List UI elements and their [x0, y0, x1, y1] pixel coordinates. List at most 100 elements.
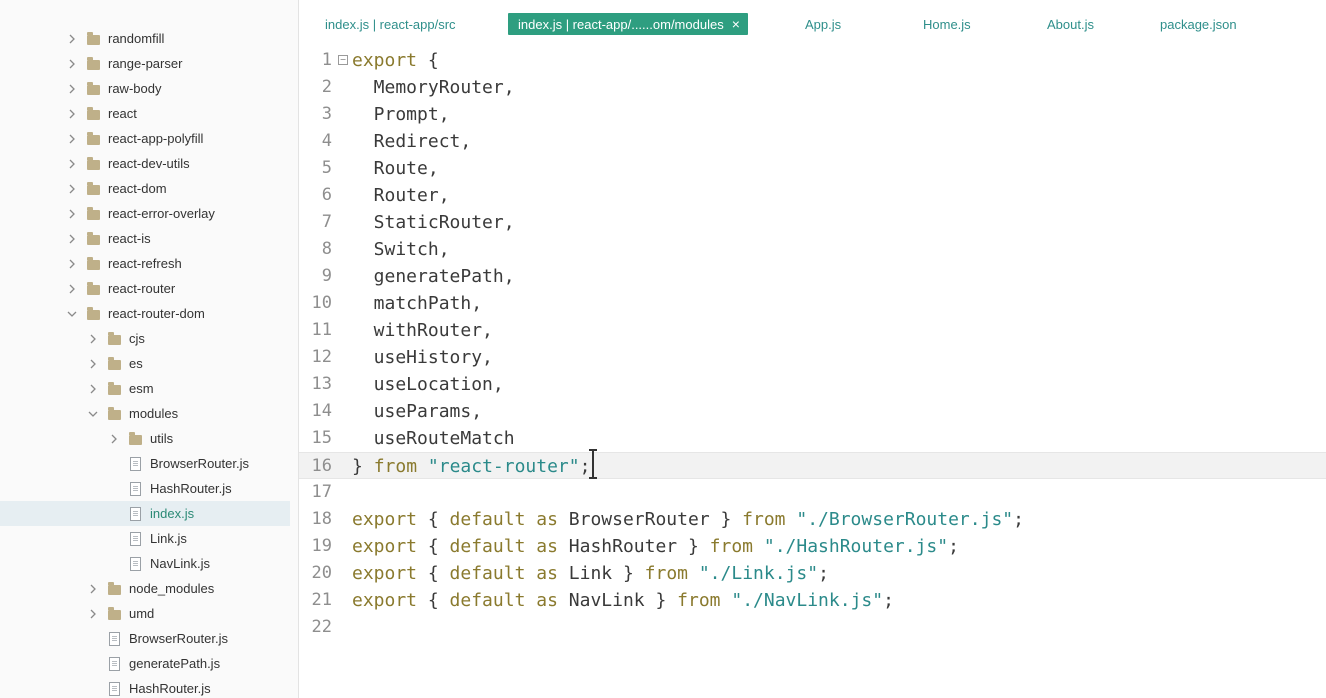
- folder-item[interactable]: react-router: [0, 276, 290, 301]
- chevron-right-icon[interactable]: [66, 184, 78, 194]
- tab-about-js[interactable]: About.js: [1047, 13, 1094, 35]
- code-editor[interactable]: 1− export {2 MemoryRouter, 3 Prompt, 4 Redi…: [299, 44, 1326, 698]
- code-line[interactable]: 3 Prompt,: [299, 101, 1326, 128]
- folder-item[interactable]: node_modules: [0, 576, 290, 601]
- folder-icon: [107, 381, 121, 396]
- file-item[interactable]: BrowserRouter.js: [0, 451, 290, 476]
- file-explorer[interactable]: randomfill range-parser raw-body react react…: [0, 0, 299, 698]
- chevron-right-icon[interactable]: [87, 384, 99, 394]
- folder-item[interactable]: react-is: [0, 226, 290, 251]
- file-item[interactable]: index.js: [0, 501, 290, 526]
- code-line[interactable]: 19 export { default as HashRouter } from …: [299, 533, 1326, 560]
- folder-item[interactable]: esm: [0, 376, 290, 401]
- folder-item[interactable]: es: [0, 351, 290, 376]
- code-text: generatePath,: [352, 263, 515, 290]
- chevron-down-icon[interactable]: [66, 309, 78, 319]
- tab-index-src[interactable]: index.js | react-app/src: [325, 13, 456, 35]
- code-token: ;: [1013, 509, 1024, 530]
- code-text: MemoryRouter,: [352, 74, 515, 101]
- code-line[interactable]: 12 useHistory,: [299, 344, 1326, 371]
- folder-icon: [107, 331, 121, 346]
- folder-item[interactable]: react-dom: [0, 176, 290, 201]
- line-number: 19: [311, 536, 332, 556]
- chevron-right-icon[interactable]: [66, 159, 78, 169]
- file-icon: [107, 656, 121, 671]
- code-line[interactable]: 7 StaticRouter,: [299, 209, 1326, 236]
- tab-package-json[interactable]: package.json: [1160, 13, 1237, 35]
- code-token: ;: [818, 563, 829, 584]
- chevron-right-icon[interactable]: [66, 109, 78, 119]
- code-line[interactable]: 10 matchPath,: [299, 290, 1326, 317]
- file-item[interactable]: NavLink.js: [0, 551, 290, 576]
- chevron-right-icon[interactable]: [108, 434, 120, 444]
- code-token: StaticRouter,: [352, 212, 515, 233]
- chevron-right-icon[interactable]: [66, 134, 78, 144]
- code-line[interactable]: 1− export {: [299, 47, 1326, 74]
- tree-item-label: index.js: [150, 506, 195, 521]
- code-line[interactable]: 11 withRouter,: [299, 317, 1326, 344]
- file-item[interactable]: HashRouter.js: [0, 676, 290, 698]
- folder-item[interactable]: utils: [0, 426, 290, 451]
- code-line[interactable]: 20 export { default as Link } from "./Lin…: [299, 560, 1326, 587]
- line-number: 7: [321, 212, 332, 232]
- code-line[interactable]: 9 generatePath,: [299, 263, 1326, 290]
- chevron-down-icon[interactable]: [87, 409, 99, 419]
- folder-item[interactable]: react: [0, 101, 290, 126]
- chevron-right-icon[interactable]: [87, 334, 99, 344]
- folder-item[interactable]: react-error-overlay: [0, 201, 290, 226]
- code-token: useParams,: [352, 401, 483, 422]
- code-token: "./NavLink.js": [731, 590, 884, 611]
- folder-item[interactable]: range-parser: [0, 51, 290, 76]
- code-line[interactable]: 14 useParams,: [299, 398, 1326, 425]
- chevron-right-icon[interactable]: [66, 209, 78, 219]
- code-line[interactable]: 15 useRouteMatch: [299, 425, 1326, 452]
- folder-item[interactable]: react-router-dom: [0, 301, 290, 326]
- code-line[interactable]: 18 export { default as BrowserRouter } fr…: [299, 506, 1326, 533]
- tree-item-label: esm: [129, 381, 154, 396]
- code-line[interactable]: 6 Router,: [299, 182, 1326, 209]
- tab-home-js[interactable]: Home.js: [923, 13, 971, 35]
- folder-item[interactable]: react-refresh: [0, 251, 290, 276]
- code-line[interactable]: 5 Route,: [299, 155, 1326, 182]
- file-item[interactable]: Link.js: [0, 526, 290, 551]
- close-icon[interactable]: ×: [732, 16, 740, 32]
- chevron-right-icon[interactable]: [87, 609, 99, 619]
- folder-item[interactable]: cjs: [0, 326, 290, 351]
- file-item[interactable]: HashRouter.js: [0, 476, 290, 501]
- file-item[interactable]: generatePath.js: [0, 651, 290, 676]
- folder-item[interactable]: umd: [0, 601, 290, 626]
- code-token: Prompt,: [352, 104, 450, 125]
- code-token: NavLink }: [557, 590, 678, 611]
- code-token: {: [417, 536, 450, 557]
- code-line[interactable]: 22: [299, 614, 1326, 641]
- folder-item[interactable]: raw-body: [0, 76, 290, 101]
- code-line[interactable]: 13 useLocation,: [299, 371, 1326, 398]
- folder-item[interactable]: modules: [0, 401, 290, 426]
- code-line[interactable]: 4 Redirect,: [299, 128, 1326, 155]
- chevron-right-icon[interactable]: [66, 284, 78, 294]
- folder-item[interactable]: react-app-polyfill: [0, 126, 290, 151]
- chevron-right-icon[interactable]: [66, 84, 78, 94]
- folder-item[interactable]: react-dev-utils: [0, 151, 290, 176]
- file-icon: [107, 681, 121, 696]
- tab-index-modules[interactable]: index.js | react-app/......om/modules ×: [508, 13, 748, 35]
- chevron-right-icon[interactable]: [87, 359, 99, 369]
- code-line[interactable]: 2 MemoryRouter,: [299, 74, 1326, 101]
- chevron-right-icon[interactable]: [66, 259, 78, 269]
- code-text: useParams,: [352, 398, 482, 425]
- code-line[interactable]: 8 Switch,: [299, 236, 1326, 263]
- code-line[interactable]: 16} from "react-router";: [299, 452, 1326, 479]
- tab-label: index.js | react-app/src: [325, 16, 456, 32]
- file-item[interactable]: BrowserRouter.js: [0, 626, 290, 651]
- code-line[interactable]: 21 export { default as NavLink } from "./…: [299, 587, 1326, 614]
- chevron-right-icon[interactable]: [87, 584, 99, 594]
- chevron-right-icon[interactable]: [66, 34, 78, 44]
- chevron-right-icon[interactable]: [66, 59, 78, 69]
- folder-item[interactable]: randomfill: [0, 26, 290, 51]
- chevron-right-icon[interactable]: [66, 234, 78, 244]
- code-line[interactable]: 17: [299, 479, 1326, 506]
- tab-app-js[interactable]: App.js: [805, 13, 841, 35]
- fold-toggle-icon[interactable]: −: [338, 55, 348, 65]
